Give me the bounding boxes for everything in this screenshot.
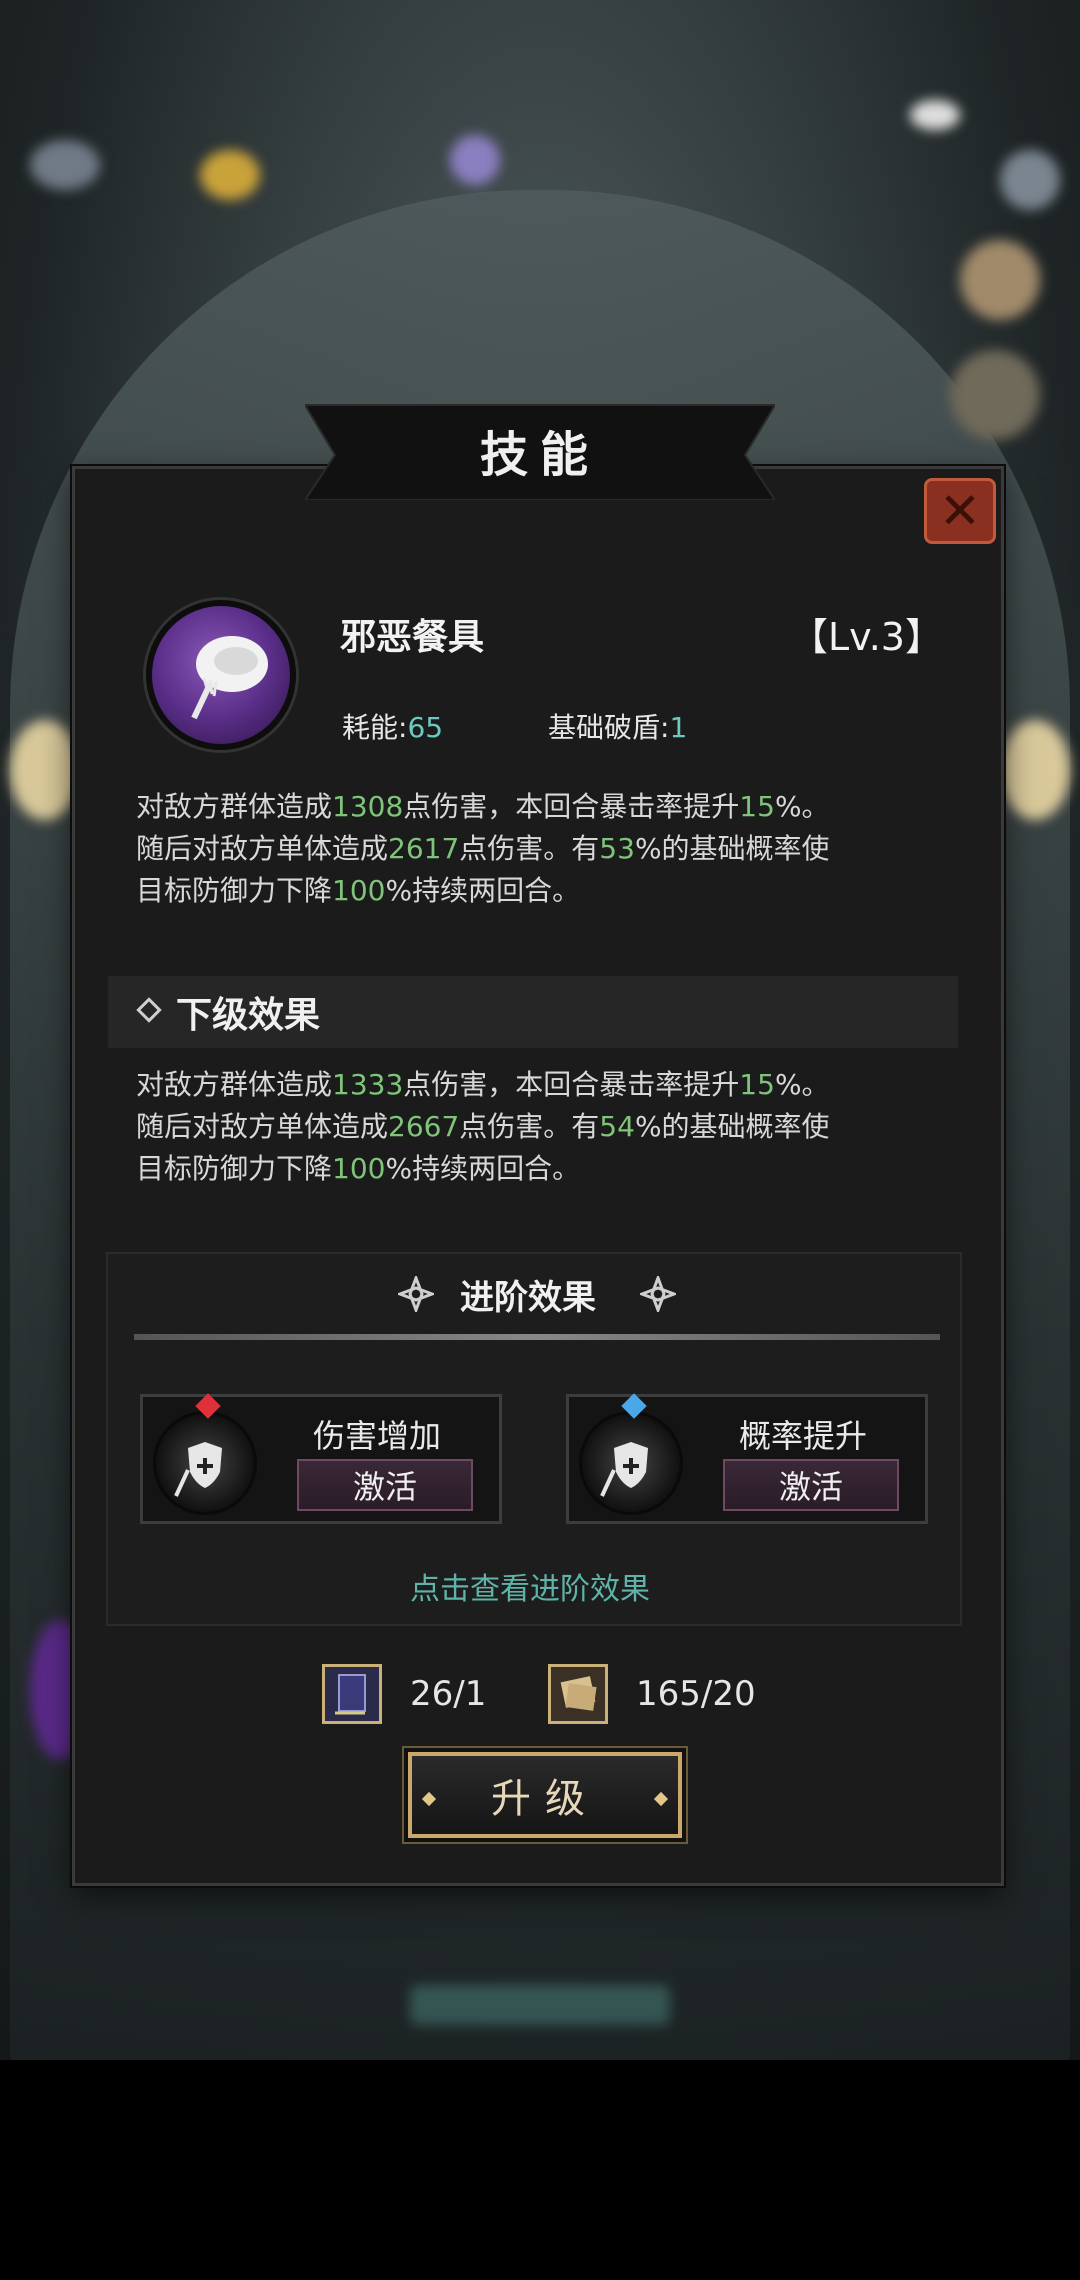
- activate-button[interactable]: 激活: [723, 1459, 899, 1511]
- desc-line: 目标防御力下降100%持续两回合。: [136, 874, 581, 907]
- bottom-area: [0, 2060, 1080, 2280]
- desc-line: 对敌方群体造成1333点伤害，本回合暴击率提升15%。: [136, 1068, 830, 1101]
- sparkle-right-icon: [640, 1276, 676, 1312]
- next-level-title: 下级效果: [176, 995, 321, 1036]
- advanced-card-probability: 概率提升 激活: [566, 1393, 928, 1524]
- dialog-title: 技能: [479, 427, 600, 483]
- skill-level: 【Lv.3】: [790, 615, 943, 659]
- shield-break: 基础破盾:1: [548, 706, 687, 746]
- advanced-card-name: 概率提升: [739, 1417, 868, 1455]
- desc-line: 随后对敌方单体造成2667点伤害。有54%的基础概率使: [136, 1110, 830, 1143]
- sparkle-left-icon: [398, 1276, 434, 1312]
- ornament-dot: [421, 1791, 437, 1807]
- advanced-effects-title: 进阶效果: [460, 1278, 596, 1318]
- skill-description: 对敌方群体造成1308点伤害，本回合暴击率提升15%。 随后对敌方单体造成261…: [136, 786, 956, 912]
- close-button[interactable]: ✕: [924, 478, 996, 544]
- shield-fork-icon: [153, 1411, 257, 1515]
- background-icon: [1000, 720, 1070, 820]
- desc-line: 对敌方群体造成1308点伤害，本回合暴击率提升15%。: [136, 790, 830, 823]
- skill-book-count: 26/1: [410, 1674, 487, 1714]
- upgrade-button[interactable]: 升级: [408, 1752, 682, 1838]
- view-advanced-link[interactable]: 点击查看进阶效果: [410, 1564, 650, 1608]
- shield-break-value: 1: [669, 711, 688, 744]
- activate-button[interactable]: 激活: [297, 1459, 473, 1511]
- background-icon: [960, 240, 1040, 320]
- energy-cost-label: 耗能:: [342, 711, 408, 744]
- background-icon: [950, 350, 1040, 440]
- background-icon: [10, 720, 80, 820]
- ornament-dot: [653, 1791, 669, 1807]
- close-icon: ✕: [939, 482, 981, 540]
- skill-book-icon: [322, 1664, 382, 1724]
- background-glow: [410, 1985, 670, 2025]
- upgrade-button-label: 升级: [491, 1776, 599, 1822]
- title-ribbon: 技能: [305, 400, 775, 500]
- advanced-card-name: 伤害增加: [313, 1417, 442, 1455]
- next-level-description: 对敌方群体造成1333点伤害，本回合暴击率提升15%。 随后对敌方单体造成266…: [136, 1064, 956, 1190]
- advanced-card-damage: 伤害增加 激活: [140, 1393, 502, 1524]
- scroll-count: 165/20: [636, 1674, 756, 1714]
- divider: [134, 1334, 940, 1340]
- energy-cost-value: 65: [407, 711, 444, 744]
- skill-icon: [146, 600, 296, 750]
- shield-fork-icon: [579, 1411, 683, 1515]
- energy-cost: 耗能:65: [342, 706, 443, 746]
- background-topbar: [0, 80, 1080, 210]
- shield-break-label: 基础破盾:: [548, 711, 670, 744]
- scroll-icon: [548, 1664, 608, 1724]
- skill-name: 邪恶餐具: [340, 617, 485, 658]
- desc-line: 目标防御力下降100%持续两回合。: [136, 1152, 581, 1185]
- desc-line: 随后对敌方单体造成2617点伤害。有53%的基础概率使: [136, 832, 830, 865]
